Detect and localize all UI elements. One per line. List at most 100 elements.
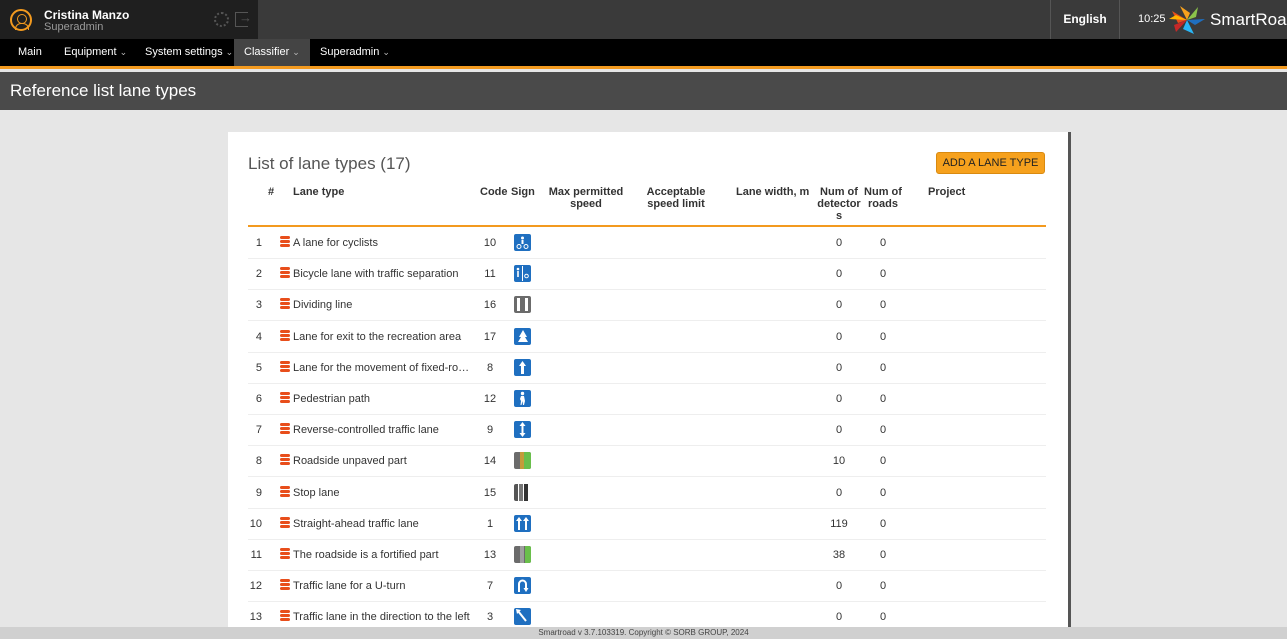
logout-icon[interactable] (235, 10, 252, 27)
col-num[interactable]: # (268, 186, 274, 198)
num-roads: 0 (879, 361, 887, 374)
brand-name: SmartRoad (1210, 10, 1287, 29)
col-max-speed[interactable]: Max permitted speed (548, 186, 624, 210)
gear-icon[interactable] (214, 12, 229, 27)
table-row[interactable]: 12 Traffic lane for a U-turn 7 0 0 (248, 571, 1046, 603)
nav-equipment[interactable]: Equipment ⌄ (54, 39, 137, 66)
table-row[interactable]: 10 Straight-ahead traffic lane 1 119 0 (248, 509, 1046, 540)
nav-equipment-label: Equipment (64, 46, 117, 58)
nav-main-label: Main (18, 46, 42, 58)
lane-type-name[interactable]: Pedestrian path (293, 393, 473, 405)
lane-code: 3 (486, 611, 494, 624)
nav-system-settings[interactable]: System settings ⌄ (135, 39, 243, 66)
lane-type-name[interactable]: Traffic lane for a U-turn (293, 580, 473, 592)
lane-code: 8 (486, 361, 494, 374)
lane-code: 9 (486, 424, 494, 437)
database-icon[interactable] (280, 236, 290, 248)
col-num-detectors[interactable]: Num of detectors (817, 186, 861, 222)
col-lane-width[interactable]: Lane width, m (736, 186, 809, 198)
page-scrollbar[interactable] (1282, 110, 1287, 627)
table-row[interactable]: 6 Pedestrian path 12 0 0 (248, 384, 1046, 415)
lane-type-name[interactable]: Reverse-controlled traffic lane (293, 424, 473, 436)
database-icon[interactable] (280, 298, 290, 310)
nav-main[interactable]: Main (8, 39, 52, 66)
database-icon[interactable] (280, 610, 290, 622)
stop-lane-sign-icon (514, 483, 531, 501)
nav-superadmin-label: Superadmin (320, 46, 380, 58)
num-roads: 0 (879, 299, 887, 312)
lane-type-name[interactable]: Lane for exit to the recreation area (293, 331, 473, 343)
row-number: 13 (249, 611, 262, 624)
database-icon[interactable] (280, 423, 290, 435)
table-row[interactable]: 3 Dividing line 16 0 0 (248, 290, 1046, 322)
database-icon[interactable] (280, 454, 290, 466)
num-detectors: 0 (835, 393, 843, 405)
row-number: 5 (255, 361, 262, 374)
lane-type-name[interactable]: Stop lane (293, 487, 473, 499)
database-icon[interactable] (280, 360, 290, 373)
lane-type-name[interactable]: Straight-ahead traffic lane (293, 518, 473, 530)
cyclist-lane-sign-icon (514, 234, 531, 251)
avatar-icon[interactable] (10, 9, 32, 31)
row-number: 2 (255, 268, 262, 281)
num-roads: 0 (879, 393, 887, 405)
table-row[interactable]: 8 Roadside unpaved part 14 10 0 (248, 446, 1046, 478)
u-turn-sign-icon (514, 577, 531, 595)
language-selector[interactable]: English (1050, 0, 1120, 39)
database-icon[interactable] (280, 516, 290, 529)
num-roads: 0 (879, 455, 887, 468)
lane-code: 15 (483, 486, 497, 499)
lane-types-card: List of lane types (17) ADD A LANE TYPE … (228, 132, 1068, 627)
col-lane-type[interactable]: Lane type (293, 186, 344, 198)
num-roads: 0 (879, 611, 887, 624)
lane-code: 13 (483, 549, 497, 561)
num-roads: 0 (879, 549, 887, 561)
row-number: 1 (255, 237, 262, 249)
table-row[interactable]: 7 Reverse-controlled traffic lane 9 0 0 (248, 415, 1046, 447)
num-roads: 0 (879, 237, 887, 249)
table-row[interactable]: 5 Lane for the movement of fixed-rout... 8… (248, 353, 1046, 384)
nav-classifier[interactable]: Classifier ⌄ (234, 39, 310, 66)
bicycle-separation-sign-icon (514, 265, 531, 283)
col-project[interactable]: Project (928, 186, 965, 198)
database-icon[interactable] (280, 548, 290, 560)
database-icon[interactable] (280, 329, 290, 342)
left-turn-sign-icon (514, 608, 531, 626)
main-nav: Main Equipment ⌄ System settings ⌄ Classif… (0, 39, 1287, 69)
row-number: 7 (255, 424, 262, 437)
num-detectors: 0 (835, 299, 843, 312)
table-row[interactable]: 1 A lane for cyclists 10 0 0 (248, 228, 1046, 259)
lane-type-name[interactable]: Lane for the movement of fixed-rout... (293, 362, 473, 374)
dividing-line-sign-icon (514, 296, 531, 314)
database-icon[interactable] (280, 267, 290, 279)
lane-type-name[interactable]: A lane for cyclists (293, 237, 473, 249)
add-lane-type-button[interactable]: ADD A LANE TYPE (936, 152, 1045, 174)
lane-code: 16 (483, 299, 497, 312)
database-icon[interactable] (280, 579, 290, 591)
database-icon[interactable] (280, 485, 290, 498)
table-row[interactable]: 4 Lane for exit to the recreation area 17 0… (248, 322, 1046, 353)
col-num-roads[interactable]: Num of roads (864, 186, 902, 210)
table-row[interactable]: 11 The roadside is a fortified part 13 38 0 (248, 540, 1046, 571)
lane-type-name[interactable]: Roadside unpaved part (293, 455, 473, 467)
num-roads: 0 (879, 517, 887, 530)
num-detectors: 0 (835, 424, 843, 437)
num-detectors: 0 (835, 611, 843, 624)
lane-type-name[interactable]: The roadside is a fortified part (293, 549, 473, 561)
row-number: 10 (249, 517, 262, 530)
page-title-bar: Reference list lane types (0, 72, 1287, 110)
table-row[interactable]: 2 Bicycle lane with traffic separation 11 0… (248, 259, 1046, 291)
table-row[interactable]: 13 Traffic lane in the direction to the l… (248, 602, 1046, 627)
table-row[interactable]: 9 Stop lane 15 0 0 (248, 478, 1046, 509)
chevron-down-icon: ⌄ (292, 47, 300, 57)
col-code[interactable]: Code (480, 186, 508, 198)
straight-ahead-sign-icon (514, 514, 531, 532)
num-detectors: 0 (835, 330, 843, 343)
col-acceptable-speed[interactable]: Acceptable speed limit (633, 186, 719, 210)
nav-superadmin[interactable]: Superadmin ⌄ (310, 39, 400, 66)
lane-type-name[interactable]: Traffic lane in the direction to the lef… (293, 611, 473, 623)
lane-type-name[interactable]: Dividing line (293, 299, 473, 311)
chevron-down-icon: ⌄ (225, 47, 234, 57)
database-icon[interactable] (280, 392, 290, 404)
lane-type-name[interactable]: Bicycle lane with traffic separation (293, 268, 473, 280)
